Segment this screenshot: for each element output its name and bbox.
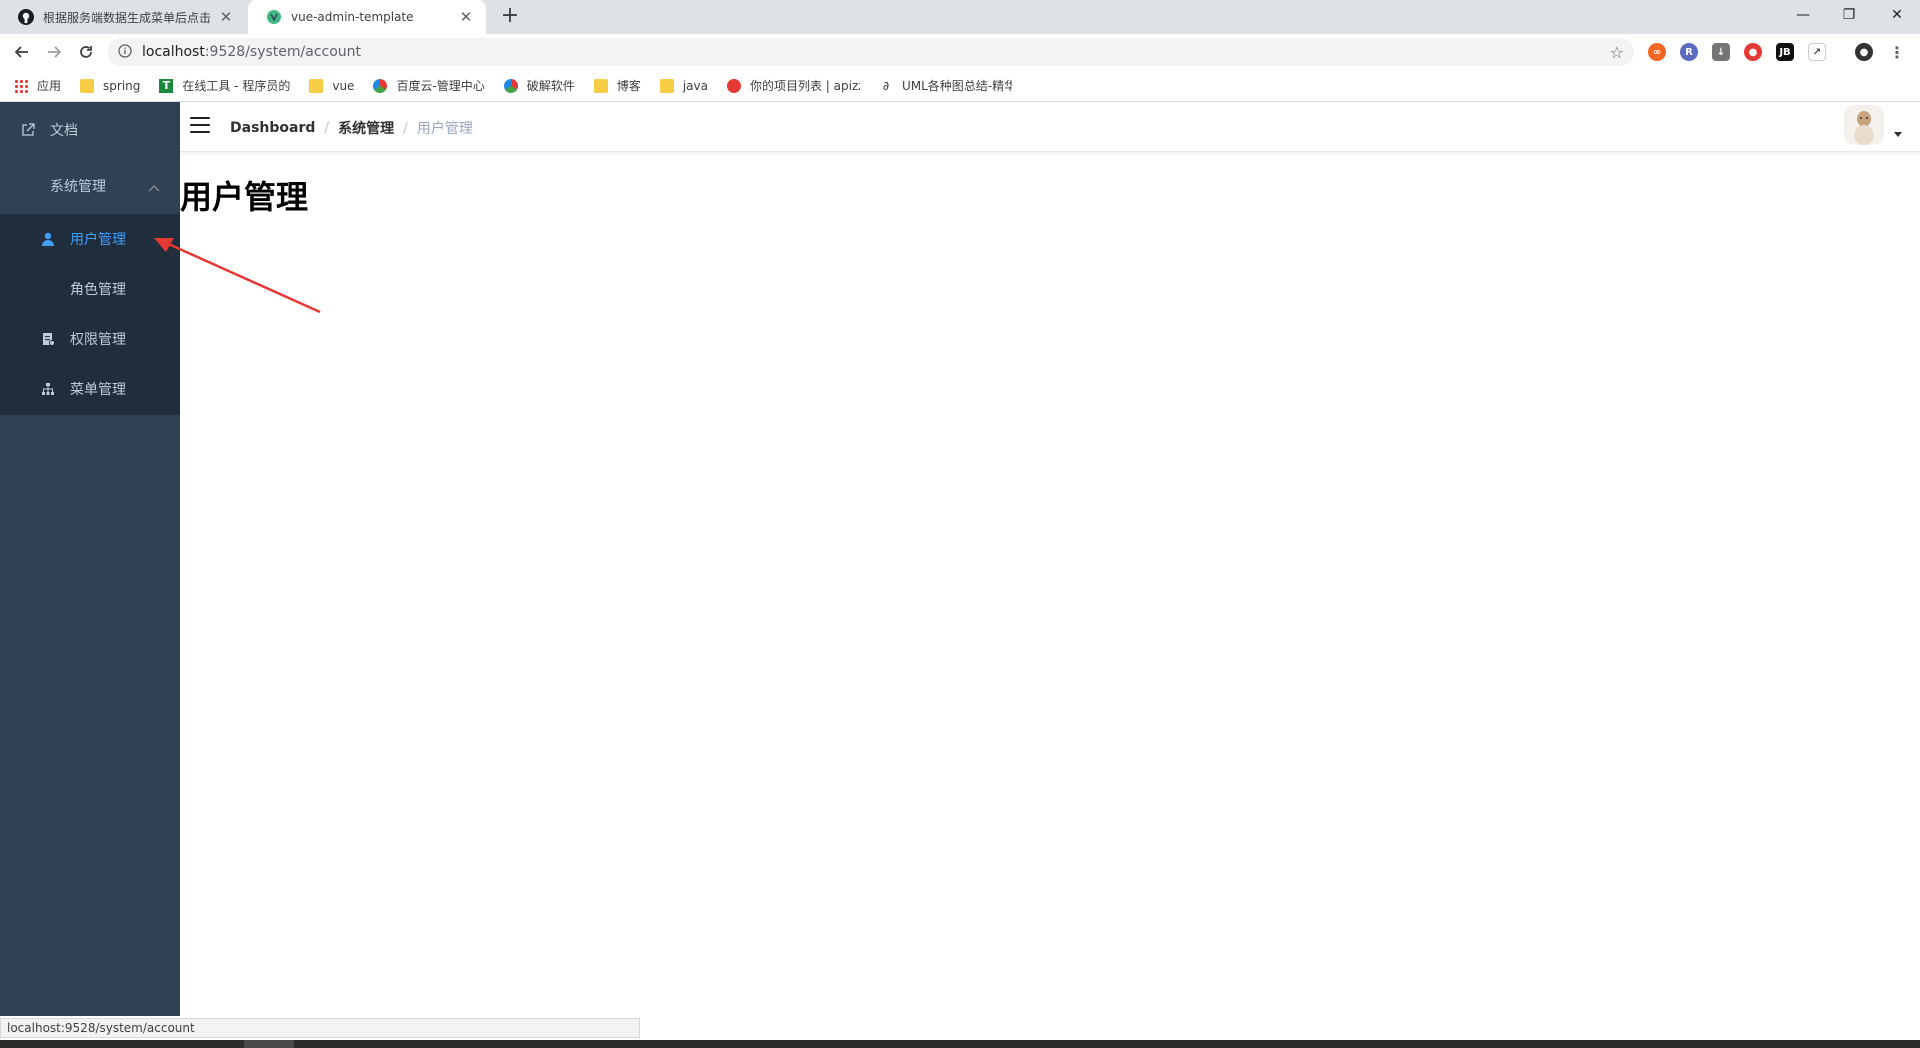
github-icon (18, 9, 34, 25)
bookmark-apizza[interactable]: 你的项目列表 | apizz (726, 77, 860, 94)
tab-title: 根据服务端数据生成菜单后点击 (43, 10, 212, 25)
url-host: localhost (142, 44, 205, 60)
browser-toolbar: localhost:9528/system/account ☆ ∞ R ↓ ● … (0, 34, 1920, 70)
cloud-icon (503, 78, 518, 93)
folder-icon (80, 78, 95, 93)
taskbar-item[interactable] (244, 1040, 294, 1048)
tool-icon: T (159, 78, 174, 93)
bookmark-crack-software[interactable]: 破解软件 (503, 77, 575, 94)
sidebar-item-label: 角色管理 (70, 282, 126, 298)
breadcrumb-dashboard[interactable]: Dashboard (230, 120, 315, 136)
folder-icon (593, 78, 608, 93)
sidebar-item-label: 菜单管理 (70, 382, 126, 398)
profile-avatar-icon[interactable]: ● (1855, 43, 1873, 61)
close-window-icon[interactable]: ✕ (1874, 0, 1920, 30)
breadcrumb-current: 用户管理 (416, 121, 473, 137)
forward-icon[interactable] (42, 40, 66, 64)
os-taskbar (0, 1040, 1920, 1048)
sidebar-item-permissions[interactable]: 权限管理 (0, 314, 180, 364)
bookmark-java[interactable]: java (659, 78, 708, 93)
sidebar-item-menus[interactable]: 菜单管理 (0, 364, 180, 414)
bookmark-online-tools[interactable]: T 在线工具 - 程序员的 (159, 77, 290, 94)
bookmarks-bar: 应用 spring T 在线工具 - 程序员的 vue 百度云-管理中心 破解软… (0, 70, 1920, 102)
status-url-bar: localhost:9528/system/account (0, 1018, 640, 1038)
sidebar-item-label: 权限管理 (70, 332, 126, 348)
extension-infinity-icon[interactable]: ∞ (1648, 43, 1666, 61)
bookmark-star-icon[interactable]: ☆ (1610, 43, 1624, 62)
browser-tab-vue-admin[interactable]: vue-admin-template ✕ (248, 0, 486, 34)
apps-grid-icon (14, 78, 28, 93)
close-tab-icon[interactable]: ✕ (458, 8, 474, 26)
sidebar-item-label: 系统管理 (50, 179, 106, 195)
browser-tab-github[interactable]: 根据服务端数据生成菜单后点击 ✕ (0, 0, 246, 34)
document-icon (40, 331, 56, 347)
close-tab-icon[interactable]: ✕ (218, 8, 234, 26)
top-navbar: Dashboard / 系统管理 / 用户管理 (180, 102, 1920, 152)
avatar[interactable] (1844, 105, 1884, 145)
extension-jb-icon[interactable]: JB (1776, 43, 1794, 61)
restore-icon[interactable]: ❐ (1826, 0, 1872, 30)
folder-icon (659, 78, 674, 93)
address-bar[interactable]: localhost:9528/system/account ☆ (108, 38, 1634, 66)
tree-icon (40, 381, 56, 397)
extension-r-icon[interactable]: R (1680, 43, 1698, 61)
new-tab-button[interactable]: + (498, 5, 522, 29)
info-icon[interactable] (118, 44, 134, 60)
uml-icon: ∂ (882, 78, 890, 93)
breadcrumb-system[interactable]: 系统管理 (338, 118, 394, 138)
extension-download-icon[interactable]: ↓ (1712, 43, 1730, 61)
browser-tab-strip: 根据服务端数据生成菜单后点击 ✕ vue-admin-template ✕ + … (0, 0, 1920, 34)
bookmark-spring[interactable]: spring (80, 78, 140, 93)
bookmark-blog[interactable]: 博客 (593, 77, 641, 94)
sidebar-item-label: 文档 (50, 123, 78, 139)
extension-chart-icon[interactable]: ↗ (1808, 43, 1826, 61)
bookmark-uml[interactable]: ∂ UML各种图总结-精华 (879, 77, 1012, 94)
apizza-icon (726, 78, 741, 93)
extension-red-icon[interactable]: ● (1744, 43, 1762, 61)
bookmark-vue[interactable]: vue (309, 78, 354, 93)
sidebar-item-label: 用户管理 (70, 232, 126, 248)
folder-icon (309, 78, 324, 93)
vue-logo-icon (266, 9, 282, 25)
breadcrumb-separator: / (403, 120, 408, 136)
tab-title: vue-admin-template (291, 10, 414, 24)
reload-icon[interactable] (74, 40, 98, 64)
back-icon[interactable] (10, 40, 34, 64)
breadcrumb: Dashboard / 系统管理 / 用户管理 (230, 118, 473, 138)
bookmark-apps[interactable]: 应用 (14, 77, 61, 94)
chevron-up-icon (148, 180, 160, 196)
sidebar-item-system[interactable]: 系统管理 (0, 158, 180, 214)
url-path: :9528/system/account (204, 44, 362, 60)
caret-down-icon[interactable] (1894, 132, 1902, 137)
breadcrumb-separator: / (324, 120, 330, 136)
hamburger-menu-icon[interactable] (190, 117, 210, 133)
browser-menu-icon[interactable]: ⋮ (1888, 43, 1906, 62)
user-icon (40, 231, 56, 247)
annotation-arrow-icon (154, 238, 321, 314)
minimize-icon[interactable]: — (1780, 0, 1826, 30)
baidu-cloud-icon (373, 78, 388, 93)
sidebar-item-docs[interactable]: 文档 (0, 102, 180, 158)
external-link-icon (20, 122, 36, 138)
bookmark-baidu-cloud[interactable]: 百度云-管理中心 (373, 77, 485, 94)
page-title: 用户管理 (180, 178, 309, 216)
